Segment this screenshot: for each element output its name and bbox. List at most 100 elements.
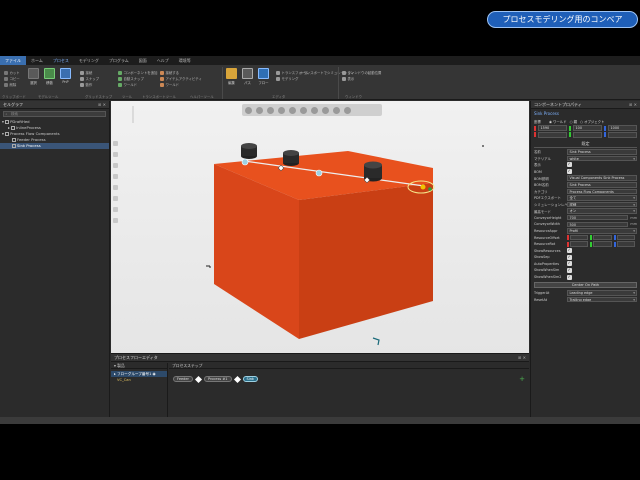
coord-world-radio[interactable]: ◉ ワールド [549,119,567,124]
ribbon-item-6[interactable]: 接続する [160,70,179,75]
editor-button-1[interactable]: 編集 [226,68,237,85]
can-object[interactable] [241,143,257,159]
tree-checkbox[interactable] [11,126,15,130]
property-checkbox[interactable] [567,161,572,168]
property-checkbox[interactable] [567,260,572,267]
product-row[interactable]: VC_Can [111,377,167,383]
window-item-1[interactable]: 表示 [342,76,354,81]
property-checkbox[interactable] [567,254,572,260]
tree-checkbox[interactable] [12,138,16,142]
ry-field[interactable] [573,132,602,138]
property-field[interactable]: Process Flow Components [567,188,637,195]
vp-tool-icon[interactable] [278,106,285,114]
vp-tool-icon[interactable] [322,106,329,114]
property-xyz-field[interactable] [593,241,612,247]
property-select[interactable]: 全て [567,195,637,201]
menu-tab-program[interactable]: プログラム [104,56,134,65]
ribbon-item-5[interactable]: ワールド [118,82,137,87]
move-button[interactable]: 移動 [44,68,55,85]
connector-icon[interactable] [194,375,202,383]
menu-tab-drawing[interactable]: 図面 [134,56,152,65]
flow-step-selected[interactable]: Sink [242,376,258,382]
menu-tab-modeling[interactable]: モデリング [74,56,104,65]
property-field[interactable]: 500 [567,221,629,228]
ribbon-right-2[interactable]: モデリング [276,76,298,81]
add-icon[interactable]: + [519,375,525,383]
copy-item[interactable]: コピー [4,76,20,81]
menu-tab-environment[interactable]: 環境等 [174,56,196,65]
ribbon-item-1[interactable]: スナップ [80,76,99,81]
property-select[interactable]: white [567,155,637,162]
vp-tool-icon[interactable] [333,106,340,114]
z-field[interactable]: 1000 [608,125,637,131]
side-tool-icon[interactable] [113,152,118,157]
pin-icon[interactable]: ⊞ ✕ [629,101,637,109]
side-tool-icon[interactable] [113,207,118,212]
property-checkbox[interactable] [567,274,572,280]
vp-tool-icon[interactable] [289,106,296,114]
ribbon-item-4[interactable]: 自動スナップ [118,76,144,81]
y-field[interactable]: 100 [573,125,602,131]
property-checkbox[interactable] [567,168,572,175]
property-xyz-field[interactable] [616,234,635,241]
select-button[interactable]: 選択 [28,68,39,85]
vp-tool-icon[interactable] [245,106,252,114]
menu-tab-file[interactable]: ファイル [0,56,26,65]
cut-item[interactable]: カット [4,70,20,75]
editor-button-2[interactable]: パス [242,68,253,85]
flow-button[interactable]: フロー [258,68,269,85]
side-tool-icon[interactable] [113,185,118,190]
side-tool-icon[interactable] [113,174,118,179]
pin-icon[interactable]: ⊞ ✕ [98,101,106,109]
menu-tab-process[interactable]: プロセス [48,56,74,65]
property-xyz-field[interactable] [593,234,612,241]
eye-icon[interactable]: ◉ [153,372,156,376]
coord-object-radio[interactable]: ○ オブジェクト [580,119,604,124]
rz-field[interactable] [608,132,637,138]
menu-tab-help[interactable]: ヘルプ [152,56,174,65]
property-xyz-field[interactable] [570,234,589,241]
ribbon-item-7[interactable]: アイテムアクティビティ [160,76,202,81]
vp-tool-icon[interactable] [300,106,307,114]
sink-gizmo-center[interactable] [420,184,426,190]
pin-icon[interactable]: ⊞ ✕ [518,354,526,362]
property-select[interactable]: オン [567,208,637,214]
vp-tool-icon[interactable] [344,106,351,114]
ribbon-item-3[interactable]: コンポーネントを追加 [118,70,157,75]
coord-parent-radio[interactable]: ○ 親 [570,119,577,124]
side-tool-icon[interactable] [113,218,118,223]
property-select[interactable]: Profil [567,228,637,234]
window-item-0[interactable]: ウィンドウの起動位置 [342,70,381,75]
menu-tab-home[interactable]: ホーム [26,56,48,65]
flow-step[interactable]: Process #1 [203,376,232,382]
property-select[interactable]: 詳細 [567,201,637,208]
property-field[interactable]: 700 [567,214,629,221]
property-field[interactable]: Sink Process [567,149,637,155]
vp-tool-icon[interactable] [311,106,318,114]
rx-field[interactable] [538,132,567,138]
property-checkbox[interactable] [567,247,572,254]
x-field[interactable]: 1590 [538,125,567,131]
tree-checkbox[interactable] [5,120,9,124]
property-field[interactable]: Sink Process [567,182,637,188]
tree-item-selected[interactable]: Sink Process [0,143,109,149]
trigger-select[interactable]: Leading edge [567,290,637,296]
property-xyz-field[interactable] [616,241,635,247]
path-node[interactable] [315,169,323,177]
side-tool-icon[interactable] [113,163,118,168]
connector-icon[interactable] [233,375,241,383]
ribbon-item-0[interactable]: 接続 [80,70,92,75]
tree-checkbox[interactable] [12,144,16,148]
vp-tool-icon[interactable] [267,106,274,114]
property-xyz-field[interactable] [570,241,589,247]
can-object[interactable] [283,150,299,166]
sink-gizmo-handle[interactable] [428,187,432,191]
property-field[interactable]: Visual Components Sink Process [567,175,637,181]
center-on-path-button[interactable]: Center On Path [534,282,637,289]
path-node[interactable] [241,158,249,166]
property-checkbox[interactable] [567,267,572,273]
delete-item[interactable]: 削除 [4,82,16,87]
pnp-button[interactable]: PnP [60,68,71,84]
flow-step[interactable]: Feeder [173,376,193,382]
ribbon-item-2[interactable]: 動作 [80,82,92,87]
